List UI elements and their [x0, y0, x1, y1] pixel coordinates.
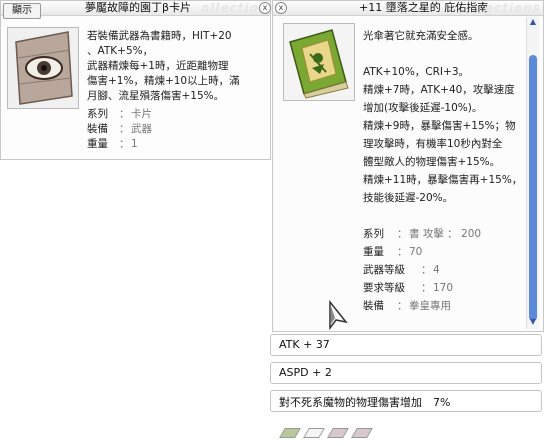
right-desc-line-8: 精煉+11時，暴擊傷害再+15%，: [363, 174, 523, 186]
left-prop-value-1: 武器: [131, 123, 152, 135]
right-desc-line-9: 技能後延遲-20%。: [363, 192, 454, 204]
left-prop-label-0: 系列: [87, 108, 108, 120]
scroll-up-icon[interactable]: ▲: [527, 17, 539, 29]
left-desc-line-4: 月腳、流星殞落傷害+15%。: [87, 90, 225, 102]
left-prop-colon-2: ：: [119, 138, 130, 150]
right-prop-colon-1: ：: [397, 246, 408, 258]
right-prop-value-4: 拳皇專用: [409, 300, 451, 312]
right-prop-label-3: 要求等級: [363, 282, 405, 294]
right-prop-label-1: 重量: [363, 246, 384, 258]
right-watermark: ections: [485, 1, 542, 15]
left-desc-line-2: 武器精煉每+1時，近距離物理: [87, 60, 229, 72]
right-desc-line-4: 增加(攻擊後延遲-10%)。: [363, 102, 483, 114]
right-desc-line-5: 精煉+9時，暴擊傷害+15%；物: [363, 120, 516, 132]
right-prop-label-0: 系列: [363, 228, 384, 240]
right-prop-value-3: 170: [433, 282, 454, 294]
scroll-thumb[interactable]: [529, 55, 537, 321]
book-icon: [283, 23, 355, 101]
right-item-window: x +11 墮落之星的 庇佑指南 ections 光傘著它就充滿安全感。 ATK…: [272, 0, 544, 332]
right-prop-value-1: 70: [409, 246, 423, 258]
stat-bar-aspd: ASPD + 2: [270, 362, 542, 384]
right-prop-colon-3: ：: [421, 282, 432, 294]
right-desc-line-7: 體型敵人的物理傷害+15%。: [363, 156, 501, 168]
stat-bar-undead-text: 對不死系魔物的物理傷害增加 7%: [279, 396, 451, 409]
left-close-icon[interactable]: x: [259, 2, 271, 14]
scroll-down-icon[interactable]: ▼: [527, 317, 539, 329]
card-eye-icon: [7, 27, 79, 109]
right-desc-line-2: ATK+10%，CRI+3。: [363, 66, 470, 78]
left-prop-value-0: 卡片: [131, 108, 152, 120]
left-prop-label-2: 重量: [87, 138, 108, 150]
stat-bar-aspd-text: ASPD + 2: [279, 366, 332, 379]
stat-bar-atk: ATK + 37: [270, 334, 542, 356]
right-close-icon[interactable]: x: [275, 2, 287, 14]
card-slot-4[interactable]: [351, 428, 373, 438]
right-desc-line-6: 理攻擊時，有機率10秒內對全: [363, 138, 503, 150]
right-prop-colon-2: ：: [421, 264, 432, 276]
left-desc-line-3: 傷害+1%，精煉+10以上時，滿: [87, 75, 240, 87]
left-prop-colon-1: ：: [119, 123, 130, 135]
right-prop-label-4: 裝備: [363, 300, 384, 312]
left-desc-line-0: 若裝備武器為書籍時，HIT+20: [87, 30, 232, 42]
right-desc-line-0: 光傘著它就充滿安全感。: [363, 30, 479, 42]
right-item-title: +11 墮落之星的 庇佑指南: [359, 1, 489, 14]
left-item-title: 夢魘故障的園丁β卡片: [85, 1, 192, 14]
card-slot-1[interactable]: [279, 428, 301, 438]
stat-bar-undead: 對不死系魔物的物理傷害增加 7%: [270, 390, 542, 412]
right-prop-value-2: 4: [433, 264, 440, 276]
card-slot-2[interactable]: [303, 428, 325, 438]
card-slot-3[interactable]: [327, 428, 349, 438]
left-desc-line-1: 、ATK+5%，: [87, 45, 154, 57]
right-prop-colon-0: ：: [397, 228, 408, 240]
left-item-window: 顯示 夢魘故障的園丁β卡片 ollections x 若裝備武器為書籍時，HIT…: [0, 0, 276, 160]
left-prop-value-2: 1: [131, 138, 138, 150]
right-prop-value-0: 書 攻擊 ： 200: [409, 228, 482, 240]
mouse-cursor-icon: [329, 300, 348, 330]
right-desc-line-3: 精煉+7時，ATK+40，攻擊速度: [363, 84, 515, 96]
stat-bar-atk-text: ATK + 37: [279, 338, 330, 351]
right-prop-label-2: 武器等級: [363, 264, 405, 276]
show-button[interactable]: 顯示: [3, 3, 41, 19]
left-prop-colon-0: ：: [119, 108, 130, 120]
right-prop-colon-4: ：: [397, 300, 408, 312]
right-scrollbar[interactable]: ▲ ▼: [526, 17, 539, 329]
left-prop-label-1: 裝備: [87, 123, 108, 135]
